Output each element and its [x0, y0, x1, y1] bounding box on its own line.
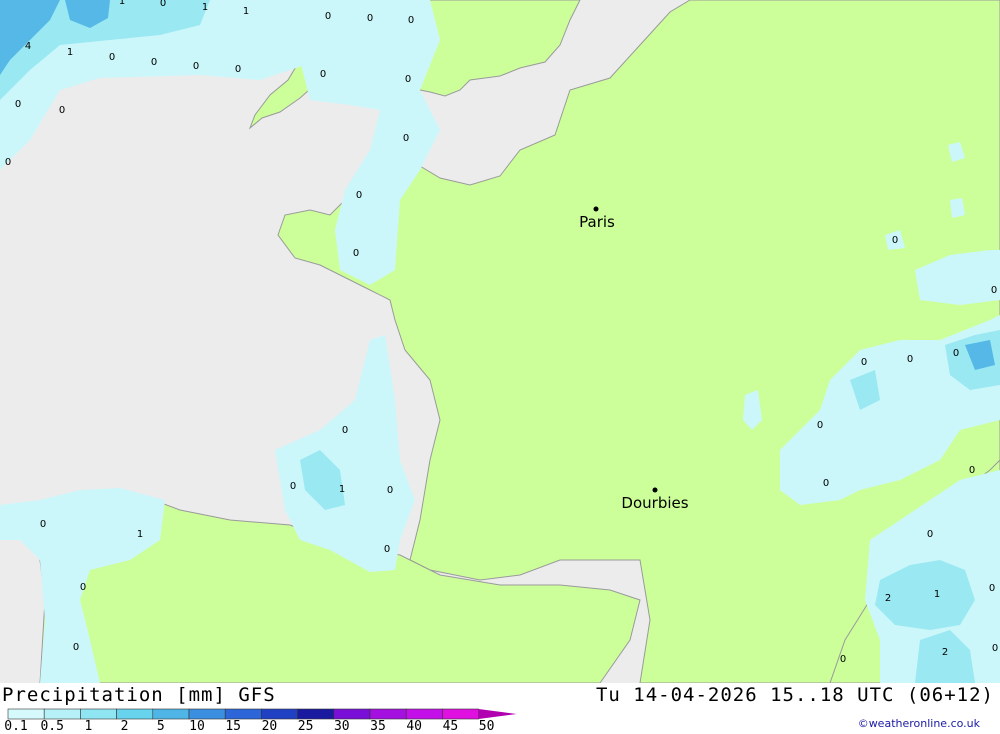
precip-value-label: 0: [342, 425, 348, 436]
precip-value-label: 2: [942, 647, 948, 658]
precip-value-label: 0: [861, 357, 867, 368]
legend-swatch: [80, 708, 117, 720]
legend-tick-label: 50: [478, 719, 495, 734]
legend-tick-label: 10: [189, 719, 205, 734]
precip-value-label: 0: [989, 583, 995, 594]
legend-swatch: [116, 708, 154, 720]
legend-tick-label: 1: [84, 719, 93, 734]
precip-value-label: 0: [290, 481, 296, 492]
precip-value-label: 0: [969, 465, 975, 476]
precip-value-label: 1: [934, 589, 940, 600]
legend-tick-label: 30: [333, 719, 350, 734]
precip-value-label: 0: [953, 348, 959, 359]
precip-value-label: 0: [353, 248, 359, 259]
precip-value-label: 0: [59, 105, 65, 116]
map-title: Precipitation [mm] GFS: [2, 684, 276, 706]
precip-value-label: 0: [356, 190, 362, 201]
precip-value-label: 0: [408, 15, 414, 26]
precip-value-label: 0: [160, 0, 166, 9]
precip-value-label: 0: [892, 235, 898, 246]
precip-value-label: 0: [823, 478, 829, 489]
precip-value-label: 0: [907, 354, 913, 365]
legend-tick-label: 15: [225, 719, 242, 734]
precip-value-label: 0: [367, 13, 373, 24]
legend-tick-label: 25: [297, 719, 314, 734]
precip-value-label: 0: [992, 643, 998, 654]
precip-value-label: 1: [243, 6, 249, 17]
legend-swatch: [224, 708, 262, 720]
legend-tick-label: 0.1: [4, 719, 28, 734]
precip-value-label: 0: [991, 285, 997, 296]
precip-value-label: 0: [325, 11, 331, 22]
legend-tick-label: 5: [156, 719, 165, 734]
precip-value-label: 0: [817, 420, 823, 431]
precip-value-label: 1: [67, 47, 73, 58]
precip-value-label: 1: [339, 484, 345, 495]
legend-tick-label: 20: [261, 719, 278, 734]
precip-value-label: 0: [840, 654, 846, 665]
precip-value-label: 0: [15, 99, 21, 110]
legend-swatch: [7, 708, 45, 720]
city-label-paris: Paris: [579, 213, 615, 231]
precip-value-label: 0: [40, 519, 46, 530]
legend-tick-label: 35: [370, 719, 386, 734]
legend-swatch: [152, 708, 190, 720]
legend-tick-label: 0.5: [40, 719, 64, 734]
legend-swatch: [188, 708, 226, 720]
precip-value-label: 0: [235, 64, 241, 75]
precip-value-label: 0: [193, 61, 199, 72]
precip-value-label: 0: [927, 529, 933, 540]
precipitation-map: 1 0 1 1 4 1 0 0 0 0 0 0 0 0 0 0 0 0 0 0 0 0 0 0 0 0 1 0 0 1 0 0 0 0 0 0 0 0 2 1…: [0, 0, 1000, 684]
legend-tick-label: 40: [406, 719, 423, 734]
precip-value-label: 0: [73, 642, 79, 653]
legend-swatch: [442, 708, 479, 720]
precip-value-label: 1: [119, 0, 125, 7]
legend-swatch: [333, 708, 371, 720]
city-label-dourbies: Dourbies: [621, 494, 688, 512]
site-credit[interactable]: ©weatheronline.co.uk: [858, 717, 980, 730]
legend-swatch: [369, 708, 407, 720]
precip-value-label: 1: [202, 2, 208, 13]
precip-value-label: 0: [320, 69, 326, 80]
precip-value-label: 1: [137, 529, 143, 540]
precip-value-label: 0: [405, 74, 411, 85]
legend-swatch: [261, 708, 298, 720]
legend-swatch: [43, 708, 81, 720]
legend-tick-label: 45: [442, 719, 459, 734]
map-footer: Precipitation [mm] GFS Tu 14-04-2026 15.…: [0, 683, 1000, 734]
precip-value-label: 0: [80, 582, 86, 593]
legend-swatch: [405, 708, 443, 720]
precip-value-label: 0: [109, 52, 115, 63]
legend-tick-label: 2: [120, 719, 129, 734]
precip-value-label: 0: [387, 485, 393, 496]
precip-value-label: 2: [885, 593, 891, 604]
forecast-datetime: Tu 14-04-2026 15..18 UTC (06+12): [595, 684, 994, 706]
precip-value-label: 0: [403, 133, 409, 144]
precip-value-label: 4: [25, 41, 31, 52]
precip-value-label: 0: [384, 544, 390, 555]
precip-value-label: 0: [5, 157, 11, 168]
legend-swatch: [297, 708, 335, 720]
precip-value-label: 0: [151, 57, 157, 68]
legend-arrow: [478, 709, 517, 719]
